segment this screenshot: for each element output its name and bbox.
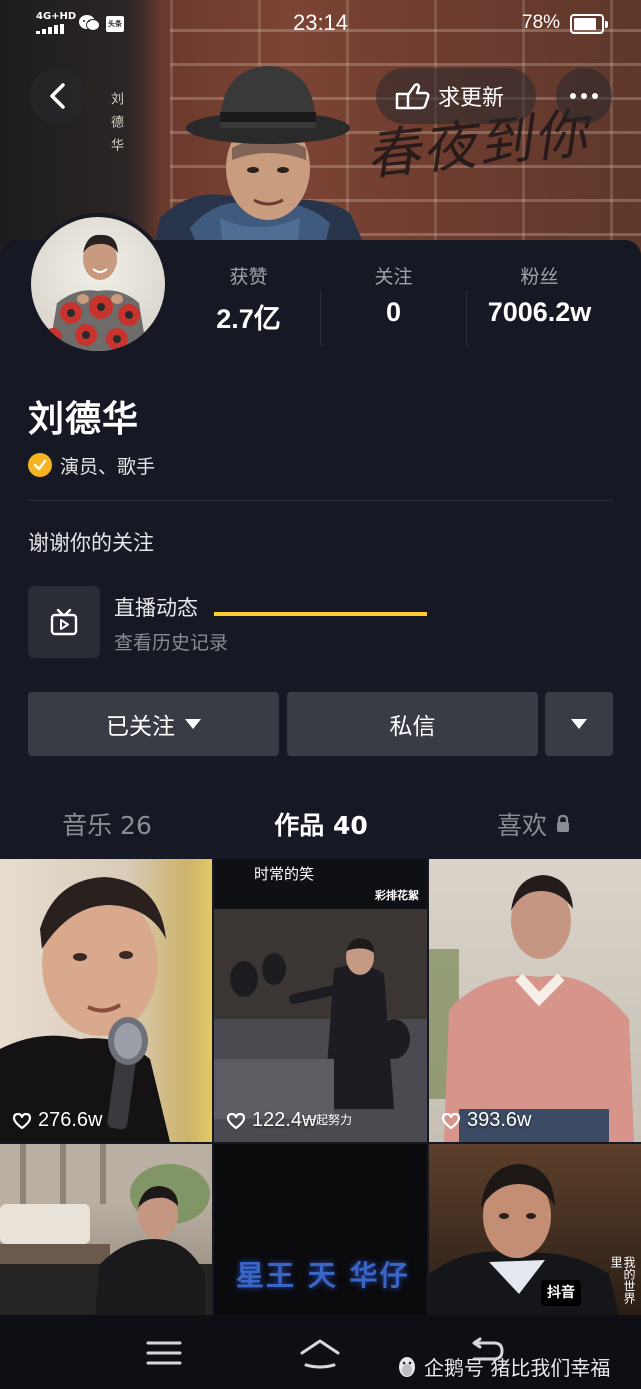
verification-text: 演员、歌手 [60, 455, 156, 478]
profile-stats: 获赞 2.7亿 关注 0 粉丝 7006.2w [176, 262, 641, 346]
profile-panel: 获赞 2.7亿 关注 0 粉丝 7006.2w 刘德华 演员、歌手 谢谢你的关注 [0, 213, 641, 860]
verified-check-icon [28, 453, 52, 477]
pointing-hand-icon [395, 83, 430, 110]
profile-bio: 谢谢你的关注 [28, 531, 154, 555]
message-button[interactable]: 私信 [287, 692, 538, 756]
video-thumbnail[interactable]: 276.6w [0, 859, 212, 1142]
caret-down-icon [571, 719, 587, 729]
video-thumbnail[interactable]: 我的世界里 抖音 [429, 1144, 641, 1315]
chevron-left-icon [50, 83, 65, 109]
like-count-value: 276.6w [38, 1109, 103, 1131]
video-thumbnail-image [0, 877, 170, 1142]
like-count-value: 393.6w [467, 1109, 532, 1131]
back-button[interactable] [29, 68, 85, 124]
menu-icon[interactable] [142, 1335, 186, 1371]
video-grid: 276.6w 时常的笑 彩排花絮 一起努力 122.4w 393.6w 星王 天… [0, 859, 641, 1315]
action-buttons: 已关注 私信 [28, 692, 613, 756]
video-thumbnail[interactable]: 时常的笑 彩排花絮 一起努力 122.4w [214, 859, 427, 1142]
douyin-logo: 抖音 [541, 1280, 581, 1306]
stat-value: 0 [385, 297, 402, 327]
more-dot-icon [570, 93, 576, 99]
profile-name: 刘德华 [28, 399, 140, 440]
lock-icon [557, 814, 569, 832]
like-count: 122.4w [226, 1109, 317, 1132]
stat-value: 2.7亿 [216, 304, 281, 334]
stat-label: 获赞 [229, 266, 268, 288]
tab-works[interactable]: 作品 40 [214, 806, 428, 842]
cover-vertical-text: 刘德华 [108, 92, 123, 161]
video-thumbnail-image [429, 875, 634, 1142]
penguin-icon [399, 1356, 415, 1377]
cover-portrait [150, 66, 375, 268]
live-subtitle: 查看历史记录 [114, 632, 229, 654]
request-update-button[interactable]: 求更新 [376, 68, 536, 124]
more-dot-icon [581, 93, 587, 99]
watermark-text: 企鹅号 猪比我们幸福 [424, 1356, 611, 1380]
heart-outline-icon [226, 1112, 246, 1129]
stat-followers[interactable]: 粉丝 7006.2w [467, 262, 612, 328]
video-thumbnail-image [429, 1164, 619, 1315]
tab-label: 音乐 26 [62, 811, 152, 840]
tv-icon [28, 586, 100, 658]
tab-label: 喜欢 [496, 811, 547, 840]
request-update-label: 求更新 [438, 86, 505, 111]
live-history-entry[interactable]: 直播动态 查看历史记录 [28, 586, 428, 658]
message-label: 私信 [389, 714, 436, 740]
caret-down-icon [185, 719, 201, 729]
stat-label: 粉丝 [520, 266, 559, 288]
watermark: 企鹅号 猪比我们幸福 [396, 1352, 610, 1381]
followed-button[interactable]: 已关注 [28, 692, 279, 756]
stat-label: 关注 [374, 266, 413, 288]
tab-music[interactable]: 音乐 26 [0, 806, 214, 842]
video-thumbnail[interactable] [0, 1144, 212, 1315]
status-bar: 4G+HD 头条 23:14 78% [0, 0, 641, 50]
section-divider [28, 500, 613, 501]
video-overlay-title: 星王 天 华仔 [236, 1259, 410, 1292]
tab-label: 作品 40 [274, 811, 368, 840]
home-icon[interactable] [298, 1335, 342, 1371]
followed-label: 已关注 [106, 714, 175, 740]
video-thumbnail[interactable]: 星王 天 华仔 [214, 1144, 427, 1315]
video-thumbnail[interactable]: 393.6w [429, 859, 641, 1142]
stat-following[interactable]: 关注 0 [321, 262, 466, 328]
heart-outline-icon [12, 1112, 32, 1129]
like-count: 393.6w [441, 1109, 532, 1132]
battery-icon [570, 14, 608, 34]
video-thumbnail-image [0, 1144, 212, 1315]
like-count-value: 122.4w [252, 1109, 317, 1131]
more-dot-icon [592, 93, 598, 99]
more-options-button[interactable] [556, 68, 612, 124]
content-tabs: 音乐 26 作品 40 喜欢 [0, 798, 641, 858]
stat-value: 7006.2w [487, 297, 592, 327]
video-overlay-title: 我的世界里 [609, 1256, 636, 1304]
stat-likes[interactable]: 获赞 2.7亿 [176, 262, 321, 336]
recommend-dropdown-button[interactable] [545, 692, 613, 756]
live-title: 直播动态 [114, 596, 198, 620]
battery-percent: 78% [522, 12, 561, 33]
tab-likes[interactable]: 喜欢 [427, 806, 641, 842]
active-tab-indicator [214, 612, 427, 616]
video-overlay-title: 时常的笑 [254, 865, 315, 883]
like-count: 276.6w [12, 1109, 103, 1132]
avatar-image [31, 217, 165, 351]
video-caption: 彩排花絮 [375, 889, 419, 902]
avatar[interactable] [27, 213, 169, 355]
heart-outline-icon [441, 1112, 461, 1129]
verification-row: 演员、歌手 [28, 452, 155, 478]
